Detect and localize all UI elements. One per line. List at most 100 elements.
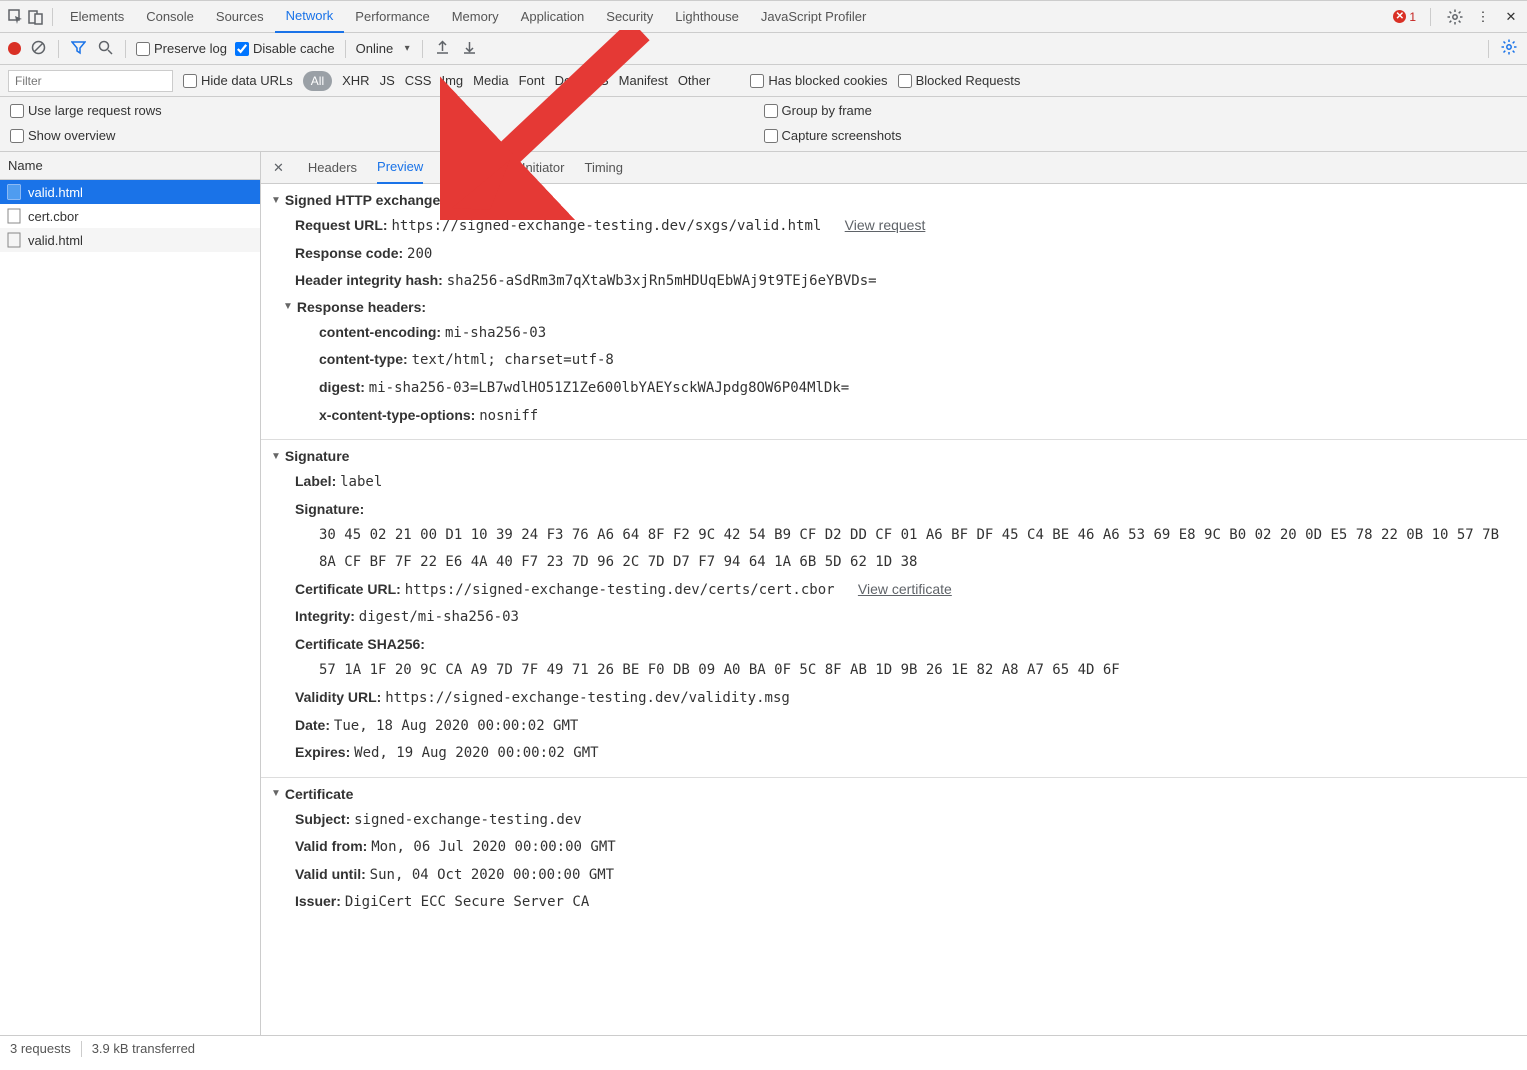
filter-bar: Hide data URLs All XHR JS CSS Img Media … <box>0 65 1527 97</box>
disable-cache-label: Disable cache <box>253 41 335 56</box>
filter-other[interactable]: Other <box>678 73 711 88</box>
detail-pane: ✕ Headers Preview Response Initiator Tim… <box>261 152 1527 1035</box>
filter-icon[interactable] <box>69 40 88 58</box>
blocked-cookies-checkbox[interactable]: Has blocked cookies <box>750 73 887 88</box>
tab-sources[interactable]: Sources <box>205 1 275 33</box>
sig-cert-url-key: Certificate URL: <box>295 581 401 597</box>
tab-console[interactable]: Console <box>135 1 205 33</box>
search-icon[interactable] <box>96 40 115 58</box>
response-headers-title: Response headers: <box>297 299 426 315</box>
request-name: valid.html <box>28 185 83 200</box>
tab-headers[interactable]: Headers <box>308 152 357 184</box>
group-frame-label: Group by frame <box>782 103 872 118</box>
request-row[interactable]: cert.cbor <box>0 204 260 228</box>
view-certificate-link[interactable]: View certificate <box>858 581 952 597</box>
show-overview-checkbox[interactable]: Show overview <box>10 128 764 143</box>
triangle-icon[interactable]: ▼ <box>271 195 281 206</box>
cert-issuer-value: DigiCert ECC Secure Server CA <box>345 894 589 910</box>
blocked-requests-checkbox[interactable]: Blocked Requests <box>898 73 1021 88</box>
request-row[interactable]: valid.html <box>0 228 260 252</box>
close-detail-icon[interactable]: ✕ <box>269 160 288 176</box>
document-icon <box>6 232 22 248</box>
requests-pane: Name valid.html cert.cbor valid.html <box>0 152 261 1035</box>
filter-manifest[interactable]: Manifest <box>619 73 668 88</box>
close-icon[interactable]: ✕ <box>1501 9 1521 25</box>
filter-img[interactable]: Img <box>441 73 463 88</box>
capture-screenshots-checkbox[interactable]: Capture screenshots <box>764 128 1518 143</box>
preserve-log-checkbox[interactable]: Preserve log <box>136 41 227 56</box>
tab-lighthouse[interactable]: Lighthouse <box>664 1 750 33</box>
header-key: x-content-type-options: <box>319 407 475 423</box>
header-key: digest: <box>319 379 365 395</box>
header-value: nosniff <box>479 408 538 424</box>
sig-date-key: Date: <box>295 717 330 733</box>
gear-icon[interactable] <box>1445 9 1465 25</box>
filter-input[interactable] <box>8 70 173 92</box>
filter-font[interactable]: Font <box>519 73 545 88</box>
upload-icon[interactable] <box>433 40 452 58</box>
header-key: content-encoding: <box>319 324 441 340</box>
device-icon[interactable] <box>26 9 46 25</box>
request-row[interactable]: valid.html <box>0 180 260 204</box>
tab-network[interactable]: Network <box>275 1 345 33</box>
integrity-hash-value: sha256-aSdRm3m7qXtaWb3xjRn5mHDUqEbWAj9t9… <box>447 273 877 289</box>
request-url-key: Request URL: <box>295 217 388 233</box>
tab-preview[interactable]: Preview <box>377 152 423 184</box>
triangle-icon[interactable]: ▼ <box>283 301 293 312</box>
clear-icon[interactable] <box>29 40 48 58</box>
sig-expires-key: Expires: <box>295 744 350 760</box>
tab-security[interactable]: Security <box>595 1 664 33</box>
disable-cache-checkbox[interactable]: Disable cache <box>235 41 335 56</box>
network-settings-icon[interactable] <box>1499 39 1519 58</box>
tab-elements[interactable]: Elements <box>59 1 135 33</box>
tab-memory[interactable]: Memory <box>441 1 510 33</box>
cert-issuer-key: Issuer: <box>295 893 341 909</box>
sig-signature-value: 30 45 02 21 00 D1 10 39 24 F3 76 A6 64 8… <box>271 522 1517 575</box>
record-icon[interactable] <box>8 42 21 55</box>
preserve-log-label: Preserve log <box>154 41 227 56</box>
triangle-icon[interactable]: ▼ <box>271 788 281 799</box>
kebab-icon[interactable]: ⋮ <box>1473 9 1493 25</box>
signature-title: Signature <box>285 448 350 464</box>
document-icon <box>6 184 22 200</box>
learn-more-link[interactable]: Learn more <box>476 192 552 208</box>
filter-css[interactable]: CSS <box>405 73 432 88</box>
error-badge[interactable]: ✕1 <box>1393 10 1416 24</box>
filter-ws[interactable]: WS <box>588 73 609 88</box>
response-code-value: 200 <box>407 246 432 262</box>
tab-timing[interactable]: Timing <box>584 152 623 184</box>
signature-section: ▼Signature Label: label Signature: 30 45… <box>261 440 1527 778</box>
sig-integrity-value: digest/mi-sha256-03 <box>359 609 519 625</box>
tab-application[interactable]: Application <box>510 1 596 33</box>
certificate-title: Certificate <box>285 786 353 802</box>
group-frame-checkbox[interactable]: Group by frame <box>764 103 1518 118</box>
throttling-select[interactable]: Online <box>356 41 412 56</box>
header-key: content-type: <box>319 351 408 367</box>
sig-expires-value: Wed, 19 Aug 2020 00:00:02 GMT <box>354 745 598 761</box>
filter-doc[interactable]: Doc <box>555 73 578 88</box>
request-name: valid.html <box>28 233 83 248</box>
sig-integrity-key: Integrity: <box>295 608 355 624</box>
hide-data-urls-checkbox[interactable]: Hide data URLs <box>183 73 293 88</box>
filter-xhr[interactable]: XHR <box>342 73 369 88</box>
name-column-header[interactable]: Name <box>0 152 260 180</box>
status-bar: 3 requests 3.9 kB transferred <box>0 1035 1527 1061</box>
view-request-link[interactable]: View request <box>845 217 926 233</box>
sig-date-value: Tue, 18 Aug 2020 00:00:02 GMT <box>334 718 578 734</box>
filter-media[interactable]: Media <box>473 73 508 88</box>
request-name: cert.cbor <box>28 209 79 224</box>
detail-body: ▼Signed HTTP exchangeLearn more Request … <box>261 184 1527 1035</box>
filter-all[interactable]: All <box>303 71 332 91</box>
large-rows-checkbox[interactable]: Use large request rows <box>10 103 764 118</box>
tab-initiator[interactable]: Initiator <box>522 152 565 184</box>
request-list: valid.html cert.cbor valid.html <box>0 180 260 1035</box>
status-requests: 3 requests <box>10 1041 71 1056</box>
tab-performance[interactable]: Performance <box>344 1 440 33</box>
filter-js[interactable]: JS <box>380 73 395 88</box>
tab-response[interactable]: Response <box>443 152 502 184</box>
tab-profiler[interactable]: JavaScript Profiler <box>750 1 877 33</box>
triangle-icon[interactable]: ▼ <box>271 451 281 462</box>
download-icon[interactable] <box>460 40 479 58</box>
inspect-icon[interactable] <box>6 9 26 25</box>
sig-label-key: Label: <box>295 473 336 489</box>
